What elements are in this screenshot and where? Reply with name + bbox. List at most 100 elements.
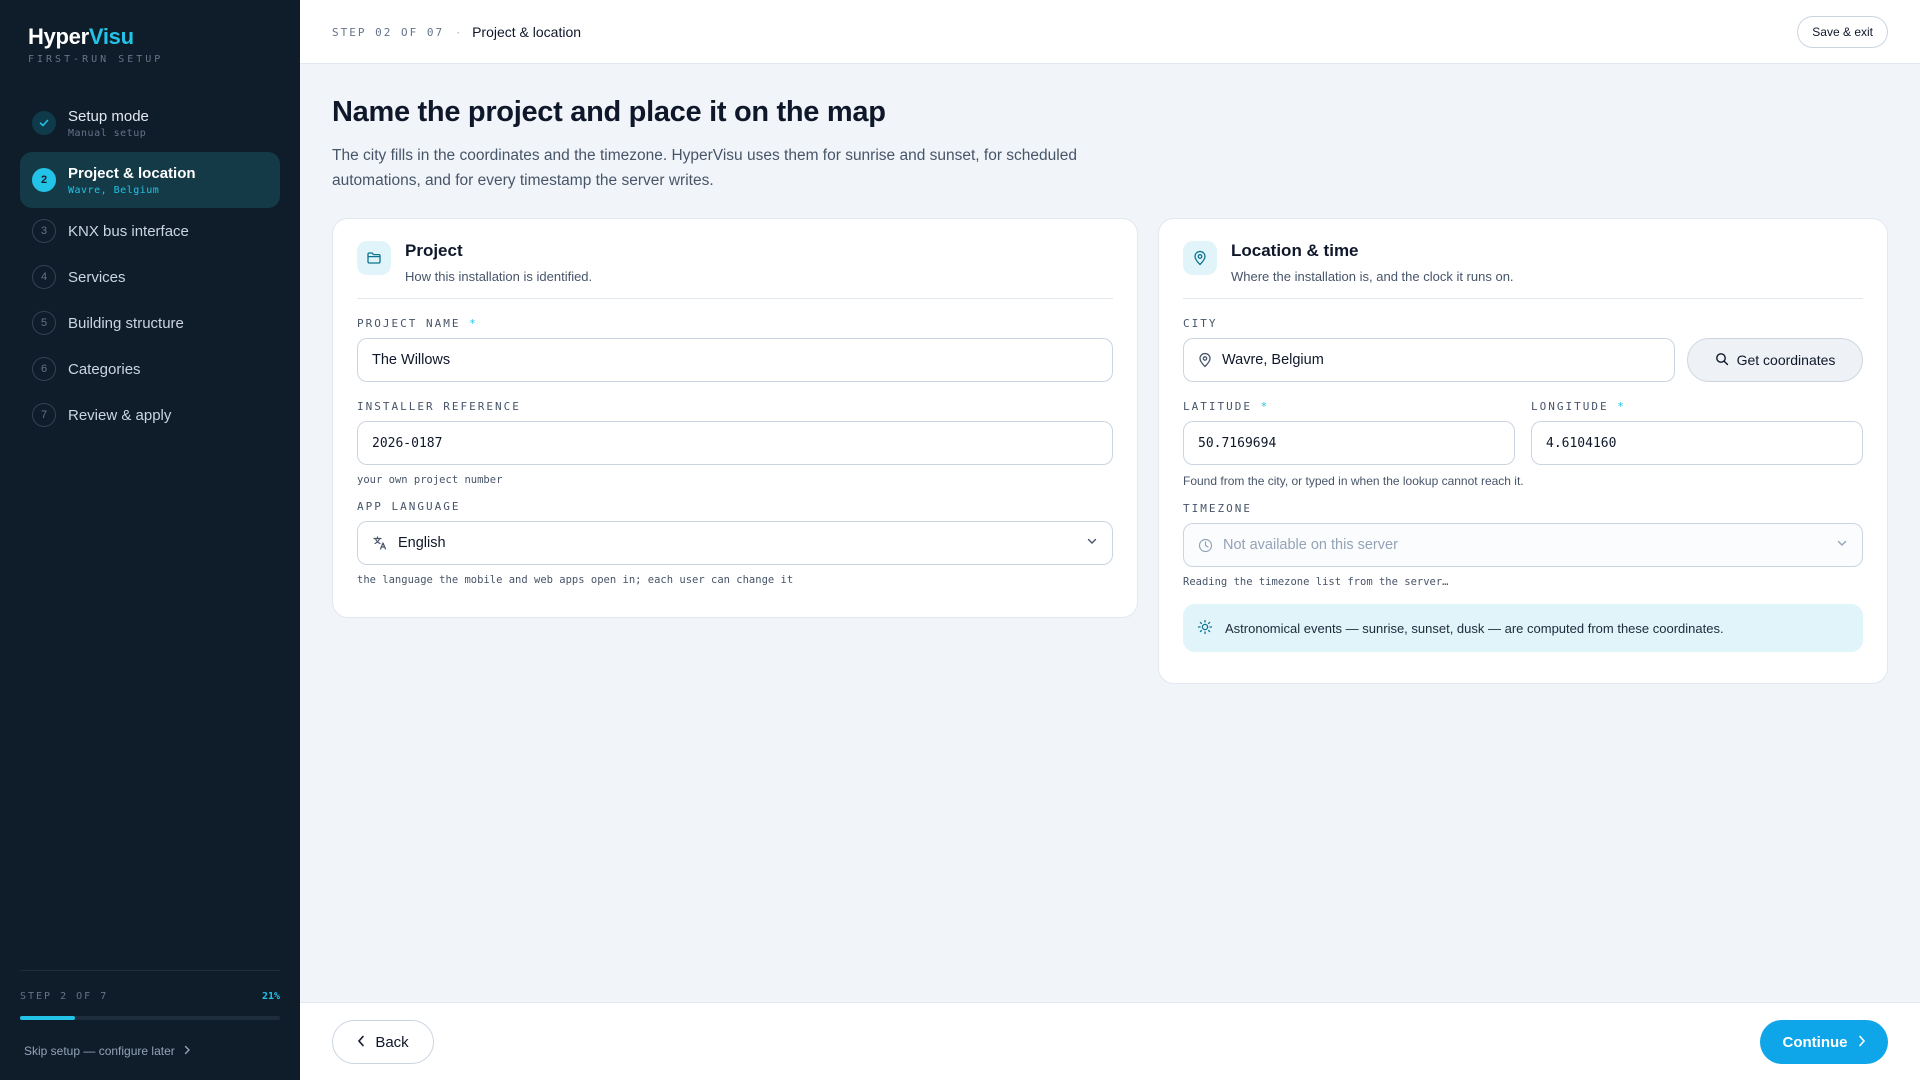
breadcrumb-step: STEP 02 OF 07 (332, 25, 445, 39)
location-card: Location & time Where the installation i… (1158, 218, 1888, 684)
astronomical-info-banner: Astronomical events — sunrise, sunset, d… (1183, 604, 1863, 652)
step-label: Project & location (68, 164, 196, 182)
brand-logo: HyperVisu (28, 24, 163, 50)
step-number: 6 (32, 357, 56, 381)
input-value: 2026-0187 (372, 435, 443, 451)
city-input[interactable]: Wavre, Belgium (1183, 338, 1675, 382)
select-value: English (398, 535, 446, 551)
step-building-structure[interactable]: 5 Building structure (20, 300, 280, 346)
get-coordinates-button[interactable]: Get coordinates (1687, 338, 1863, 382)
breadcrumb: STEP 02 OF 07 · Project & location (332, 24, 581, 40)
timezone-label: TIMEZONE (1183, 502, 1252, 515)
brand: HyperVisu FIRST-RUN SETUP (28, 24, 163, 65)
step-label: Setup mode (68, 107, 149, 125)
input-value: 4.6104160 (1546, 435, 1617, 451)
sun-icon (1197, 619, 1213, 638)
installer-reference-input[interactable]: 2026-0187 (357, 421, 1113, 465)
step-number: 3 (32, 219, 56, 243)
chevron-down-icon (1086, 535, 1098, 551)
clock-icon (1198, 538, 1213, 553)
progress-fill (20, 1016, 75, 1020)
step-label: Review & apply (68, 406, 172, 424)
input-value: The Willows (372, 352, 451, 368)
step-categories[interactable]: 6 Categories (20, 346, 280, 392)
map-pin-icon (1183, 241, 1217, 275)
card-title: Location & time (1231, 241, 1359, 260)
step-sub: Manual setup (68, 127, 147, 139)
chevron-left-icon (357, 1034, 365, 1051)
page-description: The city fills in the coordinates and th… (332, 147, 1077, 189)
input-value: 50.7169694 (1198, 435, 1277, 451)
city-label: CITY (1183, 317, 1218, 330)
step-project-location[interactable]: 2 Project & location Wavre, Belgium (20, 152, 280, 208)
info-text: Astronomical events — sunrise, sunset, d… (1225, 620, 1724, 636)
step-services[interactable]: 4 Services (20, 254, 280, 300)
project-name-label: PROJECT NAME * (357, 317, 1113, 330)
step-label: Services (68, 268, 126, 286)
folder-icon (357, 241, 391, 275)
sidebar-footer: STEP 2 OF 7 21% Skip setup — configure l… (20, 970, 280, 1080)
map-pin-icon (1198, 352, 1212, 368)
timezone-select[interactable]: Not available on this server (1183, 523, 1863, 567)
city-row: Wavre, Belgium Get coordinates (1183, 330, 1863, 382)
step-number: 2 (32, 168, 56, 192)
step-number: 4 (32, 265, 56, 289)
app-language-select[interactable]: English (357, 521, 1113, 565)
page-title: Name the project and place it on the map (332, 96, 886, 128)
timezone-hint: Reading the timezone list from the serve… (1183, 576, 1449, 588)
breadcrumb-separator: · (456, 25, 461, 39)
skip-setup-link[interactable]: Skip setup — configure later (24, 1044, 280, 1058)
breadcrumb-current: Project & location (472, 24, 582, 40)
project-name-input[interactable]: The Willows (357, 338, 1113, 382)
card-title: Project (405, 241, 463, 260)
brand-name-part: Hyper (28, 24, 89, 49)
card-subtitle: Where the installation is, and the clock… (1231, 269, 1514, 284)
button-label: Back (375, 1033, 409, 1051)
label-text: PROJECT NAME (357, 317, 461, 330)
button-label: Continue (1782, 1033, 1848, 1051)
step-check-icon (32, 111, 56, 135)
chevron-right-icon (1858, 1034, 1866, 1051)
step-number: 5 (32, 311, 56, 335)
divider (20, 970, 280, 971)
card-header: Project How this installation is identif… (357, 241, 1113, 299)
skip-label: Skip setup — configure later (24, 1044, 175, 1058)
card-subtitle: How this installation is identified. (405, 269, 593, 284)
sidebar: HyperVisu FIRST-RUN SETUP Setup mode Man… (0, 0, 300, 1080)
brand-subtitle: FIRST-RUN SETUP (28, 54, 164, 65)
latitude-label: LATITUDE * (1183, 400, 1515, 413)
longitude-input[interactable]: 4.6104160 (1531, 421, 1863, 465)
progress-bar (20, 1016, 280, 1020)
longitude-label: LONGITUDE * (1531, 400, 1863, 413)
chevron-down-icon (1836, 537, 1848, 553)
latitude-input[interactable]: 50.7169694 (1183, 421, 1515, 465)
label-text: LONGITUDE (1531, 400, 1609, 413)
brand-name-accent: Visu (88, 24, 134, 49)
back-button[interactable]: Back (332, 1020, 434, 1064)
button-label: Get coordinates (1736, 352, 1836, 368)
step-review-apply[interactable]: 7 Review & apply (20, 392, 280, 438)
required-mark: * (1617, 400, 1626, 413)
continue-button[interactable]: Continue (1760, 1020, 1888, 1064)
coordinates-hint: Found from the city, or typed in when th… (1183, 474, 1524, 488)
wizard-steps: Setup mode Manual setup 2 Project & loca… (20, 94, 280, 438)
step-label: Categories (68, 360, 141, 378)
step-knx-bus[interactable]: 3 KNX bus interface (20, 208, 280, 254)
step-number: 7 (32, 403, 56, 427)
required-mark: * (1260, 400, 1270, 413)
bottom-bar: Back Continue (300, 1002, 1920, 1080)
main-content: Name the project and place it on the map… (332, 64, 1888, 684)
required-mark: * (469, 317, 478, 330)
card-header: Location & time Where the installation i… (1183, 241, 1863, 299)
step-label: KNX bus interface (68, 222, 189, 240)
topbar: STEP 02 OF 07 · Project & location Save … (300, 0, 1920, 64)
progress-label: STEP 2 OF 7 (20, 991, 109, 1002)
save-exit-button[interactable]: Save & exit (1797, 16, 1888, 48)
label-text: LATITUDE (1183, 400, 1252, 413)
project-card: Project How this installation is identif… (332, 218, 1138, 618)
progress-row: STEP 2 OF 7 21% (20, 991, 280, 1002)
step-setup-mode[interactable]: Setup mode Manual setup (20, 94, 280, 152)
input-value: Wavre, Belgium (1222, 352, 1324, 368)
step-label: Building structure (68, 314, 184, 332)
translate-icon (372, 535, 388, 551)
